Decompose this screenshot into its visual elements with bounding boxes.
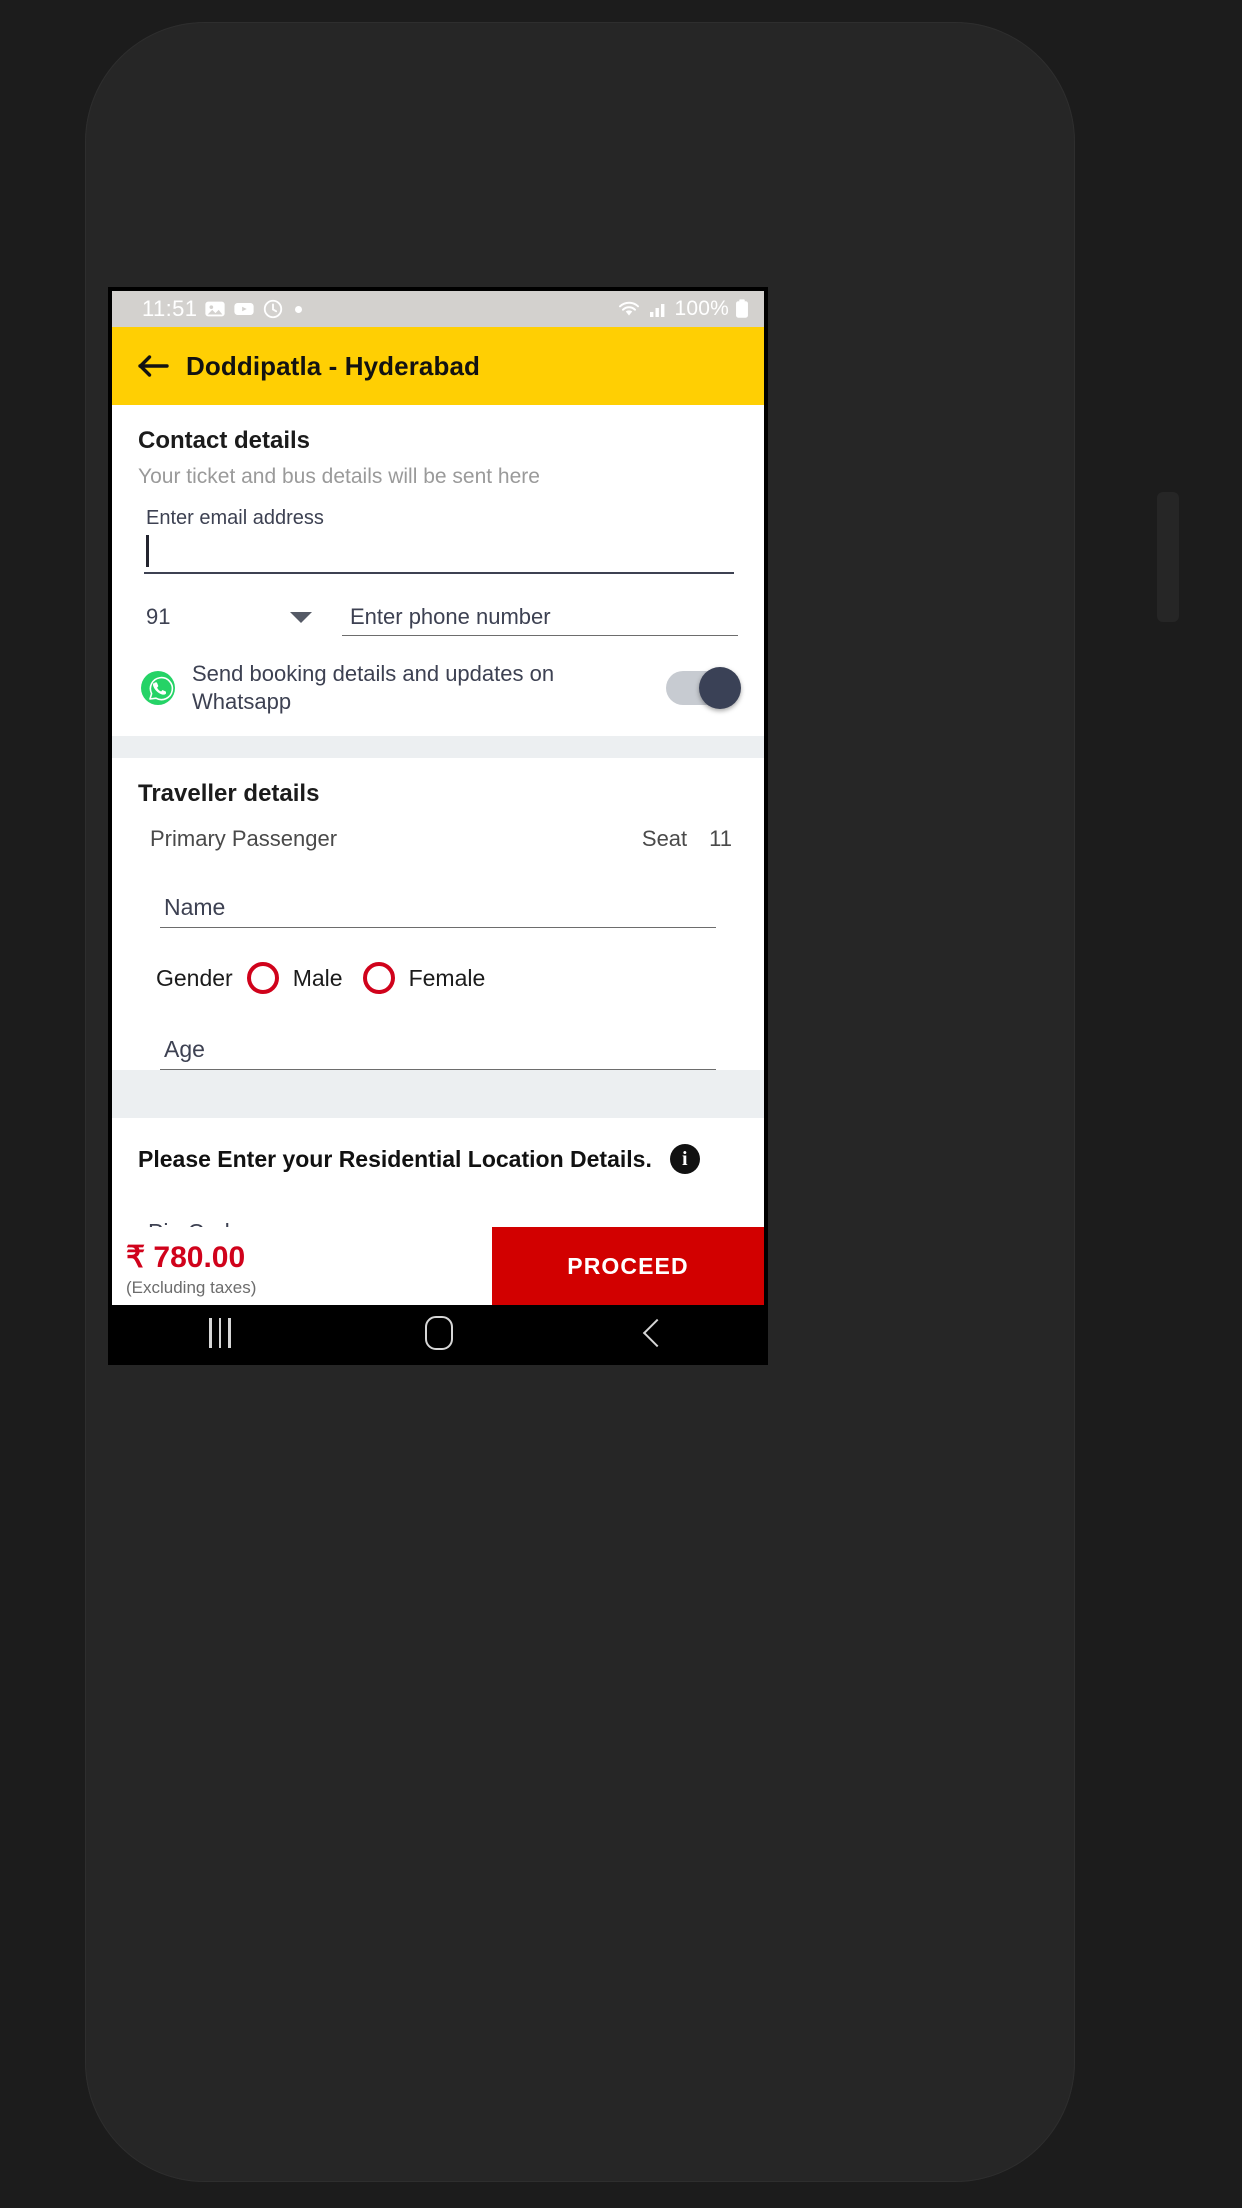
whatsapp-opt-in-row[interactable]: Send booking details and updates on What… xyxy=(138,660,741,736)
gender-radio-male[interactable] xyxy=(246,962,279,995)
gender-row: Gender Male Female xyxy=(156,962,738,995)
app-bar: Doddipatla - Hyderabad xyxy=(112,327,764,405)
photo-icon xyxy=(205,301,226,317)
fare-amount: ₹ 780.00 xyxy=(126,1240,246,1274)
battery-percent-label: 100% xyxy=(674,297,729,320)
passenger-name-input[interactable]: Name xyxy=(160,888,716,929)
passenger-age-input[interactable]: Age xyxy=(160,1030,716,1071)
back-icon[interactable] xyxy=(642,1318,672,1348)
phone-number-placeholder: Enter phone number xyxy=(350,604,551,629)
country-code-select[interactable]: 91 xyxy=(138,604,328,636)
passenger-label: Primary Passenger xyxy=(150,826,338,852)
section-divider xyxy=(112,736,764,759)
clock-icon xyxy=(264,299,283,319)
seat-number: 11 xyxy=(709,826,732,852)
country-code-value: 91 xyxy=(146,604,171,629)
seat-label: Seat xyxy=(641,826,688,852)
email-field-label: Enter email address xyxy=(146,507,324,529)
residential-heading-row: Please Enter your Residential Location D… xyxy=(138,1118,738,1175)
gender-label: Gender xyxy=(156,964,233,991)
whatsapp-toggle[interactable] xyxy=(666,667,741,710)
passenger-age-placeholder: Age xyxy=(164,1036,205,1063)
toggle-knob xyxy=(699,667,741,710)
text-cursor xyxy=(146,535,149,567)
phone-screen: 11:51 100% Doddipatla - Hyderabad Contac… xyxy=(108,287,768,1365)
whatsapp-icon xyxy=(141,671,175,706)
contact-details-card: Contact details Your ticket and bus deta… xyxy=(112,405,764,737)
passenger-row: Primary Passenger Seat 11 xyxy=(138,826,738,852)
android-navigation-bar xyxy=(112,1305,764,1361)
dot-indicator xyxy=(295,305,303,313)
contact-details-heading: Contact details xyxy=(138,427,311,454)
phone-row: 91 Enter phone number xyxy=(138,604,738,636)
email-field[interactable] xyxy=(144,530,734,574)
proceed-button[interactable]: PROCEED xyxy=(492,1227,764,1305)
home-icon[interactable] xyxy=(424,1316,453,1350)
recents-icon[interactable] xyxy=(209,1318,231,1348)
traveller-details-card: Traveller details Primary Passenger Seat… xyxy=(112,758,764,1071)
battery-full-icon xyxy=(736,299,748,318)
traveller-details-heading: Traveller details xyxy=(138,780,320,808)
info-icon[interactable]: i xyxy=(669,1144,700,1175)
status-bar: 11:51 100% xyxy=(112,291,764,327)
youtube-icon xyxy=(234,303,255,315)
phone-number-input[interactable]: Enter phone number xyxy=(342,604,738,636)
fare-summary: ₹ 780.00 (Excluding taxes) xyxy=(112,1227,492,1305)
fare-note: (Excluding taxes) xyxy=(126,1278,257,1298)
passenger-name-placeholder: Name xyxy=(164,894,226,921)
gender-radio-female[interactable] xyxy=(362,962,395,995)
seat-info: Seat 11 xyxy=(642,826,732,852)
bottom-action-bar: ₹ 780.00 (Excluding taxes) PROCEED xyxy=(112,1227,764,1305)
gender-option-female[interactable]: Female xyxy=(409,965,486,992)
wifi-icon xyxy=(619,301,640,316)
contact-details-subtitle: Your ticket and bus details will be sent… xyxy=(138,465,540,488)
status-bar-time: 11:51 xyxy=(142,296,198,321)
residential-heading: Please Enter your Residential Location D… xyxy=(138,1145,652,1172)
gender-option-male[interactable]: Male xyxy=(293,965,343,992)
section-divider-2 xyxy=(112,1096,764,1119)
page-title: Doddipatla - Hyderabad xyxy=(186,350,481,381)
chevron-down-icon xyxy=(290,611,312,623)
cellular-signal-icon xyxy=(650,304,665,317)
whatsapp-opt-in-label: Send booking details and updates on What… xyxy=(192,661,555,715)
form-content[interactable]: Contact details Your ticket and bus deta… xyxy=(112,405,764,1305)
back-arrow-icon[interactable] xyxy=(138,353,170,379)
power-button[interactable] xyxy=(1157,492,1179,622)
